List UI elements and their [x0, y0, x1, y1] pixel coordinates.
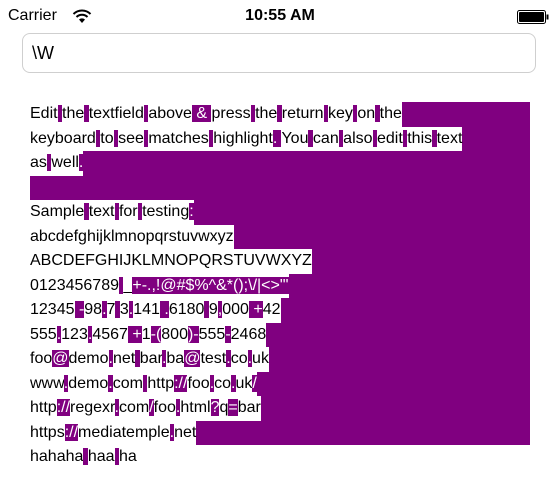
text-line: https://mediatemple.net	[30, 420, 530, 445]
status-bar: Carrier 10:55 AM	[0, 0, 560, 34]
clock: 10:55 AM	[245, 7, 315, 24]
text-line: as well.	[30, 151, 530, 176]
text-line: 0123456789 _+-.,!@#$%^&*();\/|<>"'	[30, 273, 530, 298]
battery-icon	[517, 10, 549, 24]
text-line: 12345 -98.7 3.141 .6180 9,000 +42	[30, 298, 530, 323]
editable-text-view[interactable]: Edit the textfield above & press the ret…	[30, 102, 530, 470]
text-line: Edit the textfield above & press the ret…	[30, 102, 530, 127]
text-line: 555.123.4567 +1-(800)-555-2468	[30, 322, 530, 347]
text-line: foo@demo.net bar.ba@test.co.uk	[30, 347, 530, 372]
text-line: www.demo.com http://foo.co.uk/	[30, 371, 530, 396]
text-line: Sample text for testing:	[30, 200, 530, 225]
regex-input[interactable]: \W	[22, 33, 536, 73]
text-line: abcdefghijklmnopqrstuvwxyz	[30, 224, 530, 249]
text-line: http://regexr.com/foo.html?q=bar	[30, 396, 530, 421]
text-line: keyboard to see matches highlight. You c…	[30, 126, 530, 151]
text-line: hahaha haa ha	[30, 448, 137, 465]
text-line	[30, 175, 530, 200]
text-line: ABCDEFGHIJKLMNOPQRSTUVWXYZ	[30, 249, 530, 274]
